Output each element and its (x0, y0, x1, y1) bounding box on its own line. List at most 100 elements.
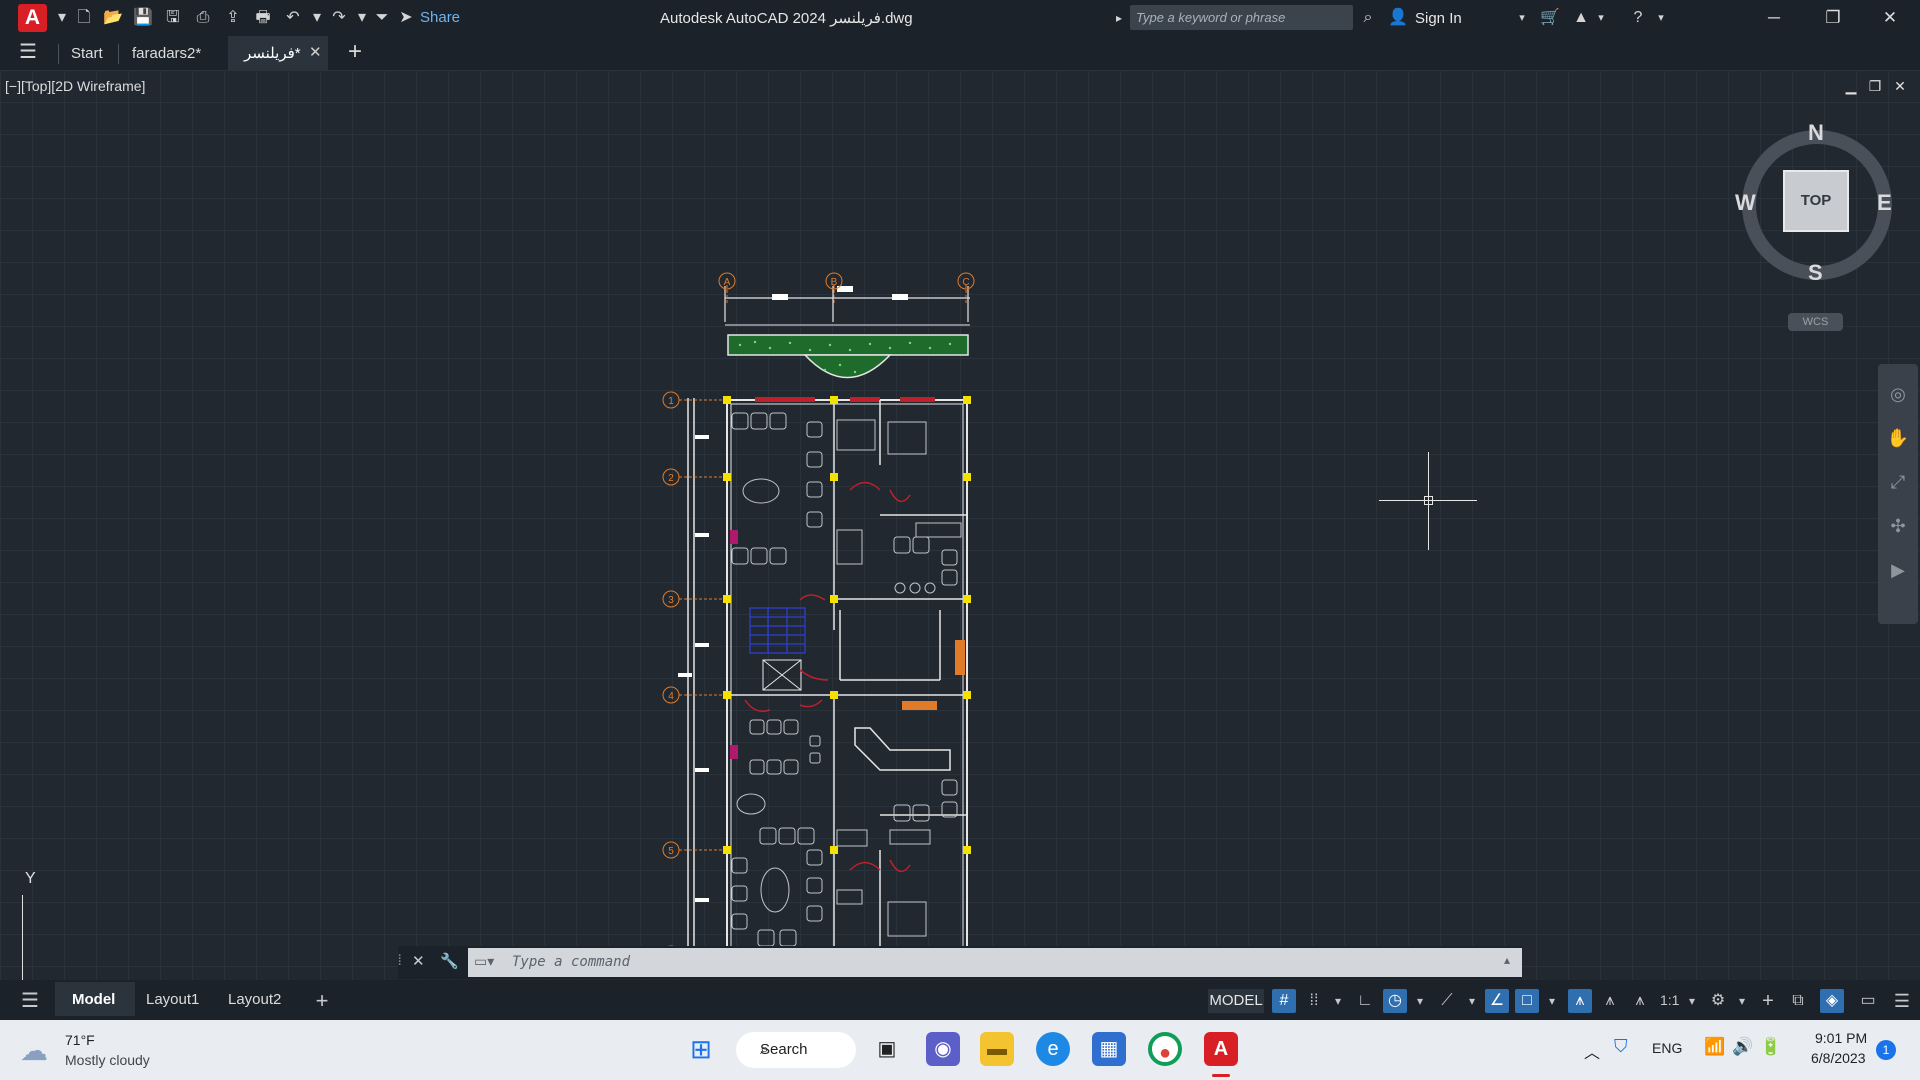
volume-icon[interactable]: 🔊 (1732, 1037, 1753, 1057)
compass-east-label[interactable]: E (1877, 190, 1892, 216)
polar-dropdown-icon[interactable]: ▾ (1408, 989, 1432, 1013)
floor-plan-drawing[interactable]: A B C 1 2 3 4 5 (650, 190, 1000, 970)
undo-icon[interactable]: ↶ (283, 8, 303, 28)
drawing-viewport[interactable]: [−][Top][2D Wireframe] ▁ ❐ ✕ TOP N S E W… (0, 70, 1920, 980)
annotation-visibility-icon[interactable]: ⩚ (1568, 989, 1592, 1013)
compass-west-label[interactable]: W (1735, 190, 1756, 216)
microsoft-store-icon[interactable]: ▦ (1092, 1032, 1126, 1066)
new-tab-icon[interactable]: + (348, 38, 362, 66)
customize-qat-icon[interactable]: ⏷ (372, 8, 392, 28)
show-hidden-icons-icon[interactable]: ︿ (1584, 1039, 1600, 1063)
tab-start[interactable]: Start (71, 43, 103, 65)
steering-wheel-icon[interactable]: ◎ (1886, 382, 1910, 406)
polar-tracking-icon[interactable]: ◷ (1383, 989, 1407, 1013)
windows-start-icon[interactable]: ⊞ (684, 1032, 718, 1066)
security-shield-icon[interactable]: ⛉ (1614, 1036, 1628, 1057)
model-space-button[interactable]: MODEL (1208, 989, 1264, 1013)
units-icon[interactable]: ⧉ (1786, 989, 1810, 1013)
chrome-browser-icon[interactable]: ● (1148, 1032, 1182, 1066)
menu-icon[interactable]: ☰ (18, 42, 38, 62)
workspace-gear-icon[interactable]: ⚙ (1706, 989, 1730, 1013)
zoom-extents-icon[interactable]: ⤢ (1886, 470, 1910, 494)
osnap-dropdown-icon[interactable]: ▾ (1540, 989, 1564, 1013)
user-icon[interactable]: 👤 (1388, 8, 1408, 28)
save-as-icon[interactable]: 🖫 (163, 8, 183, 28)
share-button[interactable]: Share (420, 9, 460, 26)
dropdown-icon[interactable]: ▾ (52, 8, 72, 28)
tab-faradars2[interactable]: faradars2* (132, 43, 201, 65)
help-search-input[interactable]: Type a keyword or phrase (1130, 5, 1353, 30)
annotation-scale-value[interactable]: 1:1 (1660, 992, 1679, 1008)
workspace-dropdown-icon[interactable]: ▾ (1730, 989, 1754, 1013)
notification-badge[interactable]: 1 (1876, 1040, 1896, 1060)
annotation-scale-icon[interactable]: ⩚ (1628, 989, 1652, 1013)
object-snap-tracking-icon[interactable]: ∠ (1485, 989, 1509, 1013)
snap-mode-icon[interactable]: ⁞⁞ (1302, 989, 1326, 1013)
expand-arrow-icon[interactable]: ▸ (1109, 8, 1129, 28)
redo-icon[interactable]: ↷ (329, 8, 349, 28)
teams-chat-icon[interactable]: ◉ (926, 1032, 960, 1066)
command-grip-icon[interactable]: ⦙ (398, 952, 401, 969)
taskbar-search-button[interactable]: Search (736, 1032, 856, 1068)
tab-layout1[interactable]: Layout1 (146, 991, 199, 1008)
import-icon[interactable]: ⇪ (223, 8, 243, 28)
layout-menu-icon[interactable]: ☰ (18, 989, 42, 1013)
cart-icon[interactable]: 🛒 (1540, 8, 1560, 28)
weather-icon[interactable]: ☁ (20, 1034, 48, 1067)
autocad-logo-icon[interactable]: A (18, 4, 47, 32)
undo-dropdown-icon[interactable]: ▾ (307, 8, 327, 28)
command-expand-icon[interactable]: ▴ (1504, 953, 1510, 967)
annotation-monitor-icon[interactable]: + (1756, 989, 1780, 1013)
viewcube-top-face[interactable]: TOP (1783, 170, 1849, 232)
tab-freelancer[interactable]: فریلنسر* (244, 43, 301, 65)
grid-toggle-icon[interactable]: # (1272, 989, 1296, 1013)
file-explorer-icon[interactable]: ▬ (980, 1032, 1014, 1066)
object-snap-icon[interactable]: □ (1515, 989, 1539, 1013)
weather-temp[interactable]: 71°F (65, 1032, 95, 1048)
sign-in-button[interactable]: Sign In (1415, 10, 1462, 27)
clean-screen-icon[interactable]: ▭ (1856, 989, 1880, 1013)
search-icon[interactable]: ⌕ (1358, 8, 1378, 28)
print-icon[interactable]: 🖶 (253, 8, 273, 28)
isodraft-dropdown-icon[interactable]: ▾ (1460, 989, 1484, 1013)
redo-dropdown-icon[interactable]: ▾ (352, 8, 372, 28)
task-view-icon[interactable]: ▣ (870, 1032, 904, 1066)
tab-layout2[interactable]: Layout2 (228, 991, 281, 1008)
sign-in-dropdown-icon[interactable]: ▾ (1512, 8, 1532, 28)
clock-date[interactable]: 6/8/2023 (1811, 1050, 1866, 1066)
compass-north-label[interactable]: N (1808, 120, 1824, 146)
help-dropdown-icon[interactable]: ▾ (1651, 8, 1671, 28)
autocad-taskbar-icon[interactable]: A (1204, 1032, 1238, 1066)
viewport-controls-label[interactable]: [−][Top][2D Wireframe] (5, 78, 145, 94)
orbit-icon[interactable]: ✣ (1886, 514, 1910, 538)
save-icon[interactable]: 💾 (133, 8, 153, 28)
autodesk-dropdown-icon[interactable]: ▾ (1591, 8, 1611, 28)
share-icon[interactable]: ➤ (396, 8, 416, 28)
auto-scale-icon[interactable]: ⩚ (1598, 989, 1622, 1013)
new-file-icon[interactable]: 🗋 (74, 8, 94, 28)
command-history-icon[interactable]: ▭▾ (474, 953, 494, 970)
battery-icon[interactable]: 🔋 (1760, 1037, 1781, 1057)
scale-dropdown-icon[interactable]: ▾ (1680, 989, 1704, 1013)
pan-icon[interactable]: ✋ (1886, 426, 1910, 450)
wcs-menu[interactable]: WCS (1788, 313, 1843, 331)
close-icon[interactable]: ✕ (1870, 6, 1910, 30)
minimize-icon[interactable]: ─ (1754, 6, 1794, 30)
tab-close-icon[interactable]: ✕ (309, 43, 322, 61)
viewport-minimize-icon[interactable]: ▁ (1842, 77, 1860, 95)
viewport-close-icon[interactable]: ✕ (1891, 77, 1909, 95)
wifi-icon[interactable]: 📶 (1704, 1037, 1725, 1057)
tab-model[interactable]: Model (72, 991, 115, 1008)
clock-time[interactable]: 9:01 PM (1815, 1030, 1867, 1046)
viewport-restore-icon[interactable]: ❐ (1866, 77, 1884, 95)
add-layout-icon[interactable]: + (310, 989, 334, 1013)
publish-icon[interactable]: ⎙ (193, 8, 213, 28)
ortho-mode-icon[interactable]: ∟ (1353, 989, 1377, 1013)
command-input[interactable]: Type a command (468, 948, 1522, 977)
showmotion-icon[interactable]: ▶ (1886, 558, 1910, 582)
compass-south-label[interactable]: S (1808, 260, 1823, 286)
autodesk-icon[interactable]: ▲ (1571, 8, 1591, 28)
open-folder-icon[interactable]: 📂 (103, 8, 123, 28)
edge-browser-icon[interactable]: e (1036, 1032, 1070, 1066)
command-customize-icon[interactable]: 🔧 (440, 952, 459, 970)
